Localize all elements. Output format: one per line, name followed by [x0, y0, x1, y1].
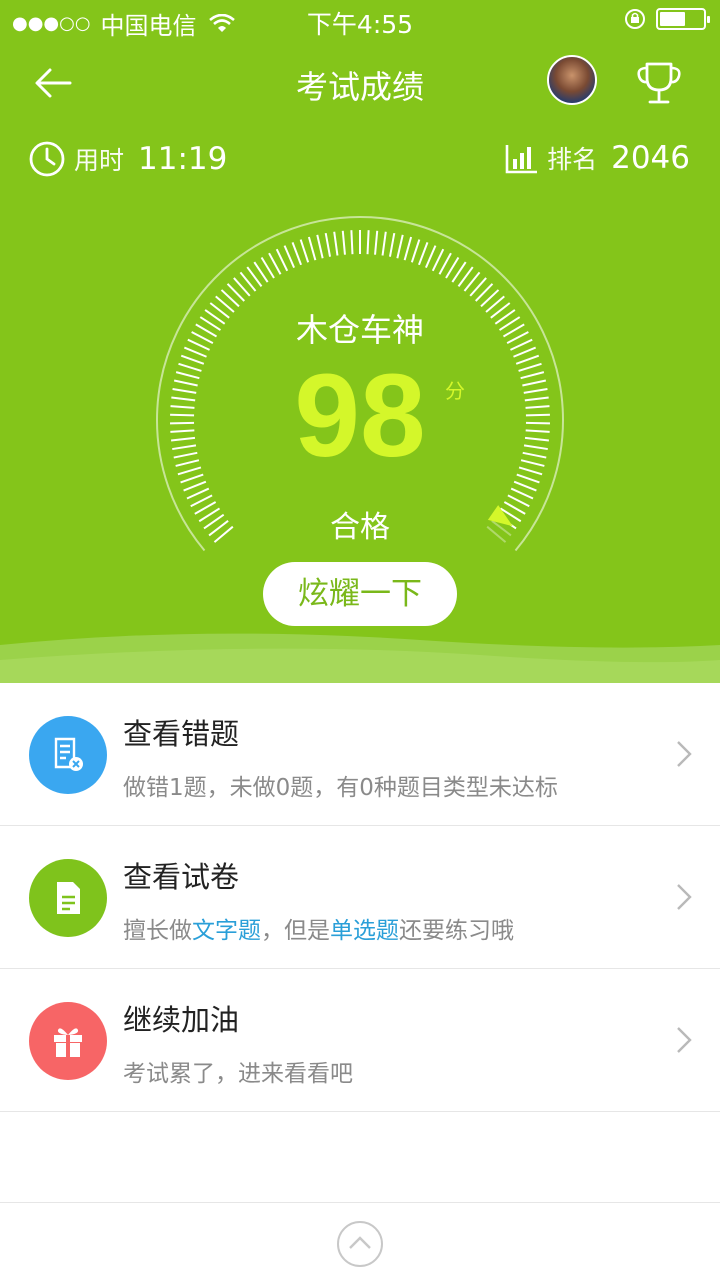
item-description: 擅长做文字题，但是单选题还要练习哦: [123, 911, 514, 945]
gauge-tick: [316, 234, 324, 259]
gauge-tick: [425, 245, 437, 269]
gauge-tick: [510, 487, 534, 500]
chevron-up-icon[interactable]: [336, 1220, 384, 1268]
rank-value: 2046: [611, 140, 690, 176]
gauge-tick: [513, 480, 537, 492]
score-header: ●●●○○ 中国电信 下午4:55 考试成绩 用时 11:19 排名 2046 …: [0, 0, 720, 683]
action-list: 查看错题 做错1题，未做0题，有0种题目类型未达标 查看试卷 擅长做文字题，但是…: [0, 683, 720, 1112]
rotation-lock-icon: [625, 9, 645, 29]
score-value: 98: [294, 350, 426, 482]
item-description: 考试累了，进来看看吧: [123, 1061, 353, 1087]
gauge-tick: [186, 487, 210, 500]
item-description: 做错1题，未做0题，有0种题目类型未达标: [123, 775, 558, 801]
wrong-questions-icon: [29, 716, 107, 794]
trophy-icon[interactable]: [632, 56, 686, 110]
page-title: 考试成绩: [295, 68, 424, 106]
item-title: 查看试卷: [123, 860, 240, 894]
rank-label: 排名: [547, 145, 598, 174]
chevron-right-icon: [677, 884, 692, 910]
status-bar: ●●●○○ 中国电信 下午4:55: [0, 0, 720, 40]
status-time: 下午4:55: [306, 10, 414, 39]
gauge-tick: [283, 245, 295, 269]
gauge-tick: [299, 239, 310, 263]
avatar[interactable]: [547, 55, 597, 105]
result-title: 木仓车神: [295, 311, 424, 349]
gauge-tick: [307, 236, 317, 261]
gauge-tick: [333, 231, 339, 256]
gauge-tick: [388, 232, 396, 257]
item-title: 查看错题: [123, 717, 240, 751]
gift-icon: [29, 1002, 107, 1080]
score-unit: 分: [445, 379, 465, 403]
pass-status: 合格: [330, 510, 390, 545]
gauge-tick: [403, 236, 413, 261]
nav-bar: 考试成绩: [0, 40, 720, 130]
gauge-tick: [418, 242, 429, 266]
desc-highlight-strong: 文字题: [192, 918, 261, 944]
clock-icon: [29, 141, 65, 177]
battery-level: [660, 12, 686, 26]
gauge-tick: [291, 242, 302, 266]
gauge-tick: [381, 231, 387, 256]
gauge-tick: [350, 230, 354, 255]
list-item-view-paper[interactable]: 查看试卷 擅长做文字题，但是单选题还要练习哦: [0, 826, 720, 969]
gauge-tick: [324, 232, 332, 257]
gauge-tick: [366, 230, 370, 255]
gauge-tick: [341, 230, 346, 255]
gauge-tick: [183, 480, 207, 492]
battery-icon: [656, 8, 710, 30]
chevron-right-icon: [677, 1027, 692, 1053]
gauge-tick: [374, 230, 379, 255]
time-value: 11:19: [138, 141, 228, 177]
gauge-tick: [431, 248, 445, 272]
desc-highlight-weak: 单选题: [330, 918, 399, 944]
desc-suffix: 还要练习哦: [399, 918, 514, 944]
gauge-tick: [410, 239, 421, 263]
list-item-keep-going[interactable]: 继续加油 考试累了，进来看看吧: [0, 969, 720, 1112]
gauge-tick: [396, 234, 404, 259]
bottom-bar: [0, 1202, 720, 1280]
time-used: 用时 11:19: [28, 140, 227, 178]
gauge-tick: [275, 248, 289, 272]
share-button[interactable]: 炫耀一下: [263, 562, 457, 626]
item-title: 继续加油: [123, 1003, 240, 1037]
list-item-wrong-questions[interactable]: 查看错题 做错1题，未做0题，有0种题目类型未达标: [0, 683, 720, 826]
desc-prefix: 擅长做: [123, 918, 192, 944]
ranking: 排名 2046: [505, 140, 690, 176]
chevron-right-icon: [677, 741, 692, 767]
time-label: 用时: [74, 146, 125, 175]
bar-chart-icon: [505, 145, 538, 174]
desc-middle: ，但是: [261, 918, 330, 944]
paper-icon: [29, 859, 107, 937]
back-arrow-icon[interactable]: [28, 58, 78, 108]
